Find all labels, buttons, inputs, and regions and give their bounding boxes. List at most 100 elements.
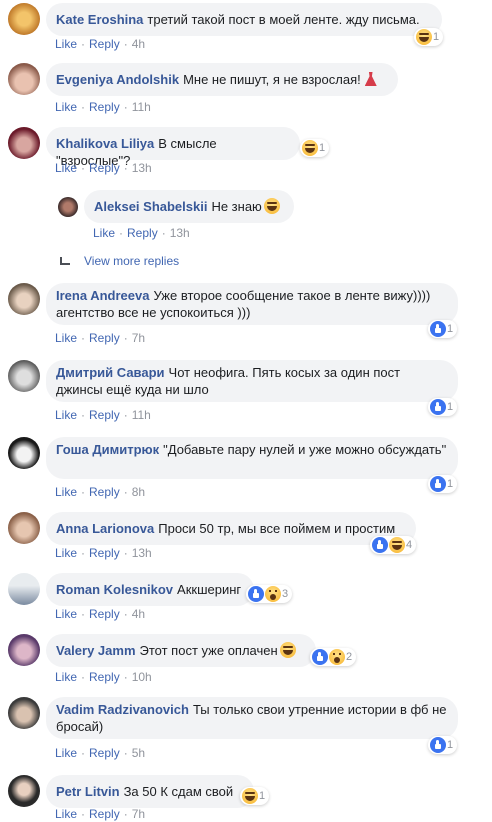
- reaction-summary[interactable]: 1: [300, 139, 330, 157]
- reaction-count: 3: [282, 588, 289, 600]
- like-link[interactable]: Like: [55, 746, 77, 760]
- comment-author[interactable]: Дмитрий Савари: [56, 365, 165, 380]
- view-more-replies-label: View more replies: [84, 254, 180, 268]
- like-link[interactable]: Like: [55, 331, 77, 345]
- reply-link[interactable]: Reply: [89, 485, 120, 499]
- avatar[interactable]: [8, 63, 40, 95]
- haha-emoji-icon: [263, 198, 280, 214]
- comment-actions: Like · Reply · 8h: [55, 485, 146, 499]
- reaction-count: 1: [319, 142, 326, 154]
- reaction-count: 4: [406, 539, 413, 551]
- like-link[interactable]: Like: [55, 485, 77, 499]
- reply-link[interactable]: Reply: [89, 408, 120, 422]
- comment-author[interactable]: Anna Larionova: [56, 521, 154, 536]
- reaction-summary[interactable]: 3: [246, 585, 293, 603]
- view-more-replies-link[interactable]: View more replies: [60, 253, 179, 269]
- like-reaction-icon: [430, 321, 446, 337]
- reaction-summary[interactable]: 1: [240, 787, 270, 805]
- reaction-count: 2: [346, 651, 353, 663]
- reaction-summary[interactable]: 1: [428, 320, 458, 338]
- reply-link[interactable]: Reply: [89, 161, 120, 175]
- like-link[interactable]: Like: [55, 670, 77, 684]
- avatar[interactable]: [8, 360, 40, 392]
- reply-link[interactable]: Reply: [89, 607, 120, 621]
- haha-reaction-icon: [416, 29, 432, 45]
- like-link[interactable]: Like: [55, 100, 77, 114]
- like-link[interactable]: Like: [55, 161, 77, 175]
- comment-time[interactable]: 4h: [132, 37, 145, 51]
- reply-arrow-icon: [60, 257, 70, 265]
- comment-time[interactable]: 13h: [132, 546, 152, 560]
- comment-text: За 50 К сдам свой: [123, 784, 234, 799]
- comment-bubble: Irena Andreeva Уже второе сообщение такое…: [46, 283, 458, 325]
- like-link[interactable]: Like: [93, 226, 115, 240]
- comment-author[interactable]: Aleksei Shabelskii: [94, 199, 207, 214]
- avatar[interactable]: [8, 437, 40, 469]
- reply-link[interactable]: Reply: [89, 546, 120, 560]
- like-link[interactable]: Like: [55, 807, 77, 821]
- like-link[interactable]: Like: [55, 546, 77, 560]
- reply-link[interactable]: Reply: [127, 226, 158, 240]
- avatar[interactable]: [58, 197, 78, 217]
- reaction-count: 1: [447, 323, 454, 335]
- comment-time[interactable]: 13h: [170, 226, 190, 240]
- avatar[interactable]: [8, 283, 40, 315]
- comment-time[interactable]: 10h: [132, 670, 152, 684]
- reaction-summary[interactable]: 1: [428, 475, 458, 493]
- comment-bubble: Дмитрий Савари Чот неофига. Пять косых за…: [46, 360, 458, 402]
- comment-author[interactable]: Evgeniya Andolshik: [56, 72, 179, 87]
- reaction-summary[interactable]: 4: [370, 536, 417, 554]
- reaction-summary[interactable]: 1: [428, 398, 458, 416]
- avatar[interactable]: [8, 697, 40, 729]
- haha-reaction-icon: [302, 140, 318, 156]
- comment-time[interactable]: 11h: [132, 100, 151, 114]
- comment-author[interactable]: Vadim Radzivanovich: [56, 702, 189, 717]
- reply-link[interactable]: Reply: [89, 807, 120, 821]
- comment-author[interactable]: Гоша Димитрюк: [56, 442, 159, 457]
- like-reaction-icon: [430, 476, 446, 492]
- avatar[interactable]: [8, 512, 40, 544]
- reaction-summary[interactable]: 1: [428, 736, 458, 754]
- like-link[interactable]: Like: [55, 408, 77, 422]
- haha-reaction-icon: [389, 537, 405, 553]
- comment-author[interactable]: Petr Litvin: [56, 784, 120, 799]
- avatar[interactable]: [8, 3, 40, 35]
- comment-text: "Добавьте пару нулей и уже можно обсужда…: [163, 442, 447, 457]
- like-reaction-icon: [312, 649, 328, 665]
- avatar[interactable]: [8, 573, 40, 605]
- dress-emoji-icon: [364, 72, 377, 86]
- comment-bubble: Khalikova Liliya В смысле "взрослые"?: [46, 127, 300, 168]
- reaction-count: 1: [447, 478, 454, 490]
- comment-time[interactable]: 4h: [132, 607, 145, 621]
- comment-author[interactable]: Kate Eroshina: [56, 12, 143, 27]
- comment-author[interactable]: Khalikova Liliya: [56, 136, 154, 151]
- like-reaction-icon: [372, 537, 388, 553]
- comment-actions: Like · Reply · 7h: [55, 331, 146, 345]
- reply-link[interactable]: Reply: [89, 670, 120, 684]
- comment-author[interactable]: Valery Jamm: [56, 643, 136, 658]
- comment-author[interactable]: Roman Kolesnikov: [56, 582, 173, 597]
- comment-time[interactable]: 5h: [132, 746, 145, 760]
- like-link[interactable]: Like: [55, 607, 77, 621]
- comment-time[interactable]: 7h: [132, 331, 145, 345]
- comment-time[interactable]: 11h: [132, 408, 151, 422]
- comment-text: Не знаю: [211, 199, 262, 214]
- avatar[interactable]: [8, 634, 40, 666]
- comment-bubble: Petr Litvin За 50 К сдам свой: [46, 775, 254, 808]
- reply-link[interactable]: Reply: [89, 37, 120, 51]
- comment-bubble: Evgeniya Andolshik Мне не пишут, я не взр…: [46, 63, 398, 96]
- comment-time[interactable]: 13h: [132, 161, 152, 175]
- like-reaction-icon: [430, 399, 446, 415]
- avatar[interactable]: [8, 127, 40, 159]
- reply-link[interactable]: Reply: [89, 100, 120, 114]
- comment-time[interactable]: 8h: [132, 485, 145, 499]
- reaction-summary[interactable]: 1: [414, 28, 444, 46]
- reply-link[interactable]: Reply: [89, 331, 120, 345]
- like-reaction-icon: [248, 586, 264, 602]
- like-link[interactable]: Like: [55, 37, 77, 51]
- comment-author[interactable]: Irena Andreeva: [56, 288, 149, 303]
- comment-time[interactable]: 7h: [132, 807, 145, 821]
- reaction-summary[interactable]: 2: [310, 648, 357, 666]
- avatar[interactable]: [8, 775, 40, 807]
- reply-link[interactable]: Reply: [89, 746, 120, 760]
